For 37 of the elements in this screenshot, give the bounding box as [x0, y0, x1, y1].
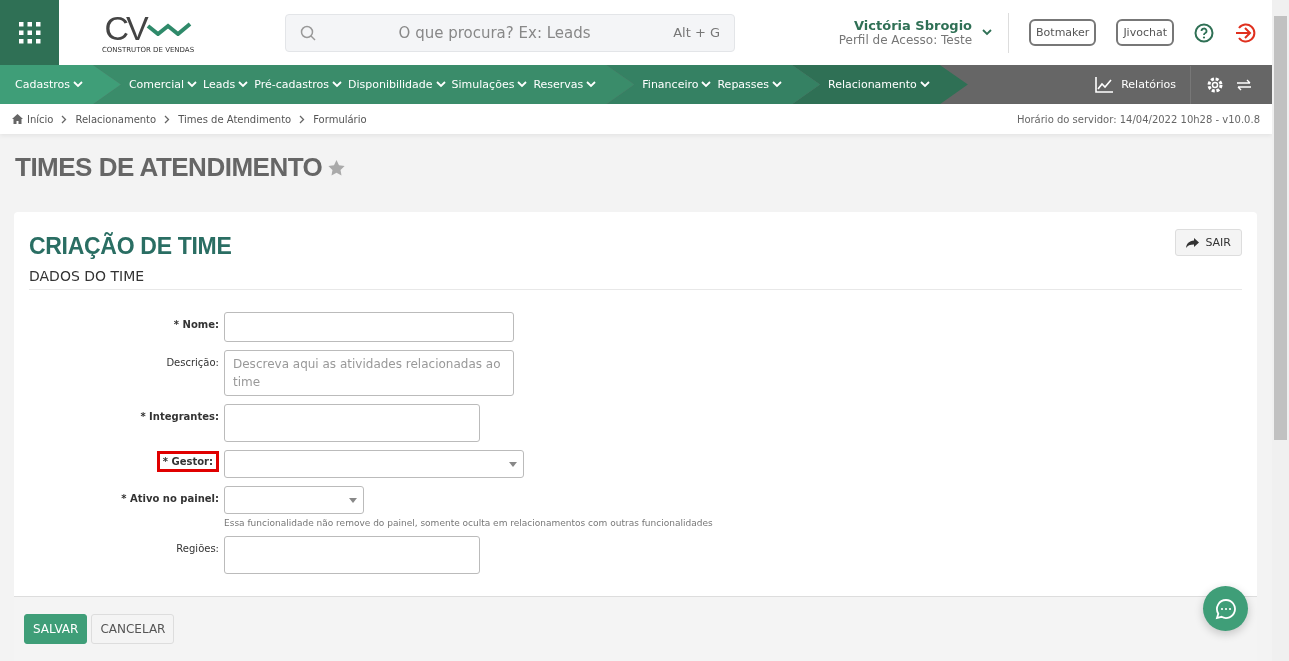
page-title: TIMES DE ATENDIMENTO [15, 152, 323, 183]
save-button[interactable]: SALVAR [24, 614, 88, 644]
breadcrumb-link[interactable]: Times de Atendimento [178, 113, 292, 125]
nav-menu-item[interactable]: Financeiro [642, 78, 712, 92]
nav-menu-item[interactable]: Comercial [128, 78, 197, 92]
nav-menu-item[interactable]: Disponibilidade [347, 78, 446, 92]
user-profile: Perfil de Acesso: Teste [838, 33, 973, 47]
nav-menu-item[interactable]: Reservas [533, 78, 597, 92]
search-field[interactable]: O que procura? Ex: Leads Alt + G [285, 13, 735, 52]
server-time: Horário do servidor: 14/04/2022 10h28 - v10.0.8 [1016, 113, 1260, 125]
user-name: Victória Sbrogio [853, 18, 973, 33]
field-label: Regiões: [176, 542, 219, 554]
field-label: * Nome: [173, 318, 219, 330]
field-label: Descrição: [166, 356, 219, 368]
textarea-field[interactable]: Descreva aqui as atividades relacionadas ao time [224, 350, 514, 396]
breadcrumb-link[interactable]: Formulário [313, 113, 367, 125]
exit-button[interactable]: SAIR [1175, 229, 1242, 256]
field-label: * Ativo no painel: [121, 492, 219, 504]
card-title: CRIAÇÃO DE TIME [29, 233, 232, 260]
nav-menu-item[interactable]: Pré-cadastros [254, 78, 342, 92]
logo-mark: CV [104, 11, 146, 45]
nav-menu-item[interactable]: Leads [203, 78, 249, 92]
field-label: * Integrantes: [140, 410, 219, 422]
nav-menu-item[interactable]: Simulações [451, 78, 528, 92]
nav-menu-item[interactable]: Relacionamento [828, 78, 930, 92]
help-text: Essa funcionalidade não remove do painel, somente oculta em relacionamentos com outras funcionalidades [224, 518, 714, 528]
header-button[interactable]: Jivochat [1116, 19, 1174, 46]
nav-menu-item[interactable]: Cadastros [15, 78, 83, 92]
breadcrumb-link[interactable]: Início [27, 113, 54, 125]
nav-menu-item[interactable]: Repasses [717, 78, 783, 92]
reports-link[interactable]: Relatórios [1081, 65, 1191, 104]
cancel-button[interactable]: CANCELAR [91, 614, 175, 644]
field-label: * Gestor: [156, 451, 219, 472]
header-button[interactable]: Botmaker [1029, 19, 1097, 46]
section-title: DADOS DO TIME [29, 260, 1242, 290]
breadcrumb-link[interactable]: Relacionamento [75, 113, 157, 125]
shortcut-hint: Alt + G [673, 25, 720, 40]
